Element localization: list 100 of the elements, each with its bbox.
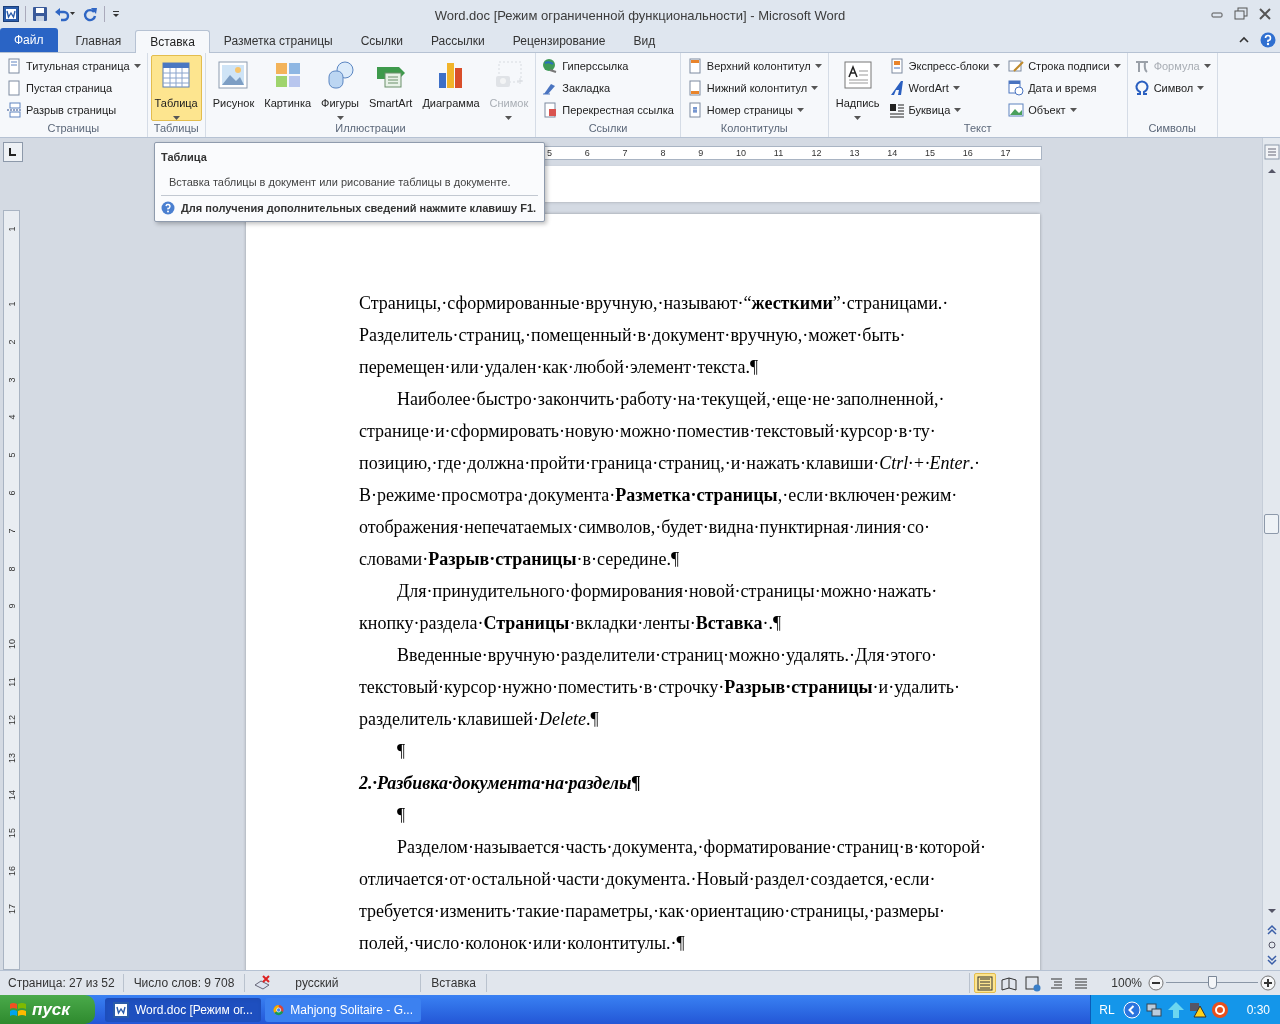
ribbon-tab[interactable]: Вид bbox=[619, 29, 670, 52]
language-indicator[interactable]: русский bbox=[271, 974, 422, 992]
ribbon-button[interactable]: Верхний колонтитул bbox=[683, 55, 825, 77]
caret-icon bbox=[1113, 64, 1121, 68]
ruler-number: 6 bbox=[584, 147, 590, 159]
network-icon[interactable] bbox=[1144, 1000, 1163, 1019]
ruler-number: 8 bbox=[6, 565, 17, 574]
next-page-icon[interactable] bbox=[1265, 954, 1278, 966]
ribbon-button[interactable]: Разрыв страницы bbox=[3, 99, 144, 121]
taskbar-button[interactable]: Mahjong Solitaire - G... bbox=[265, 997, 421, 1022]
vertical-scrollbar[interactable] bbox=[1262, 138, 1280, 970]
vertical-ruler[interactable]: 1 1 2 3 4 5 6 7 8 9 10 11 12 13 14 15 16 17 bbox=[3, 210, 20, 970]
ribbon-tab[interactable]: Ссылки bbox=[346, 29, 417, 52]
ribbon-button[interactable]: Титульная страница bbox=[3, 55, 144, 77]
ruler-number: 16 bbox=[6, 865, 17, 878]
word-count[interactable]: Число слов: 9 708 bbox=[123, 974, 246, 992]
paragraph: ¶ bbox=[396, 740, 407, 763]
caret-icon bbox=[336, 115, 344, 120]
ribbon-button[interactable]: Нижний колонтитул bbox=[683, 77, 825, 99]
print-layout-icon bbox=[976, 974, 994, 992]
ruler-number: 9 bbox=[698, 147, 704, 159]
tab-selector-icon[interactable] bbox=[3, 142, 23, 162]
ribbon-tab[interactable]: Вставка bbox=[135, 30, 210, 53]
ribbon-tab[interactable]: Главная bbox=[61, 29, 136, 52]
picture-icon bbox=[217, 59, 250, 91]
ribbon-tab[interactable]: Рецензирование bbox=[498, 29, 620, 52]
group-label: Таблицы bbox=[152, 121, 200, 136]
zoom-out-icon[interactable] bbox=[1148, 975, 1164, 991]
ribbon-button[interactable]: Картинка bbox=[260, 55, 316, 121]
ribbon-button[interactable]: Номер страницы bbox=[683, 99, 825, 121]
page-count[interactable]: Страница: 27 из 52 bbox=[0, 974, 124, 992]
zoom-slider[interactable] bbox=[1166, 975, 1258, 991]
ruler-number: 7 bbox=[6, 527, 17, 536]
warning-icon[interactable] bbox=[1188, 1000, 1207, 1019]
ribbon-button[interactable]: Экспресс-блоки bbox=[885, 55, 1004, 77]
ribbon-button[interactable]: Рисунок bbox=[208, 55, 259, 121]
group-label: Страницы bbox=[46, 121, 101, 136]
ribbon-button[interactable]: Объект bbox=[1005, 99, 1124, 121]
ribbon-button[interactable]: Дата и время bbox=[1005, 77, 1124, 99]
ruler-toggle-icon[interactable] bbox=[1263, 144, 1280, 160]
help-icon[interactable] bbox=[1260, 32, 1276, 48]
ruler-number: 15 bbox=[925, 147, 935, 159]
caret-icon bbox=[854, 115, 862, 120]
caret-icon bbox=[172, 115, 180, 120]
ring-icon[interactable] bbox=[1210, 1000, 1229, 1019]
ribbon-tab[interactable]: Разметка страницы bbox=[209, 29, 347, 52]
ribbon-button[interactable]: SmartArt bbox=[365, 55, 417, 121]
paragraph: ¶ bbox=[396, 804, 407, 827]
page-icon bbox=[6, 80, 22, 96]
insert-mode-indicator[interactable]: Вставка bbox=[421, 974, 487, 992]
view-button[interactable] bbox=[974, 973, 996, 993]
ribbon-button[interactable]: Пустая страница bbox=[3, 77, 144, 99]
ruler-number: 17 bbox=[1000, 147, 1011, 159]
window-title: Word.doc [Режим ограниченной функциональности] - Microsoft Word bbox=[433, 7, 847, 25]
caret-icon bbox=[993, 64, 1001, 68]
ribbon-button[interactable]: Диаграмма bbox=[418, 55, 484, 121]
expand-tray-icon[interactable] bbox=[1122, 1000, 1141, 1019]
ribbon-tab[interactable]: Рассылки bbox=[416, 29, 499, 52]
clock: 0:30 bbox=[1246, 1001, 1270, 1019]
restore-icon[interactable] bbox=[1234, 7, 1248, 21]
ribbon-button[interactable]: Гиперссылка bbox=[539, 55, 677, 77]
ribbon-button[interactable]: Строка подписи bbox=[1005, 55, 1124, 77]
save-icon[interactable] bbox=[32, 6, 48, 22]
ribbon-button[interactable]: Фигуры bbox=[317, 55, 363, 121]
zoom-slider-thumb[interactable] bbox=[1208, 976, 1217, 989]
page-icon bbox=[542, 102, 559, 118]
ribbon-button[interactable]: Таблица bbox=[150, 55, 202, 121]
app-logo-icon bbox=[3, 6, 19, 22]
web-layout-icon bbox=[1024, 974, 1042, 992]
browse-object-icon[interactable] bbox=[1265, 939, 1278, 951]
tooltip-help-text: Для получения дополнительных сведений нажмите клавишу F1. bbox=[181, 201, 537, 216]
ruler-number: 16 bbox=[962, 147, 973, 159]
scroll-thumb[interactable] bbox=[1264, 514, 1279, 534]
undo-icon[interactable] bbox=[54, 6, 76, 22]
previous-page-icon[interactable] bbox=[1265, 924, 1278, 936]
omega-icon bbox=[1133, 80, 1150, 96]
ribbon-button[interactable]: Закладка bbox=[539, 77, 677, 99]
redo-icon[interactable] bbox=[82, 6, 98, 22]
taskbar-button[interactable]: Word.doc [Режим ог... bbox=[105, 997, 261, 1022]
caret-icon bbox=[796, 108, 804, 112]
ruler-number: 2 bbox=[6, 338, 17, 347]
ribbon-button[interactable]: WordArt bbox=[885, 77, 1004, 99]
paragraph: Разделом·называется·часть·документа,·форматирование·страниц·в·которой·отличается·от·остальной·части·документа.·Новый·раздел·создается,·если·требуется·изменить·такие·параметры,·как·ориентацию·страницы,·размеры·полей,·число·колонок·или·колонтитулы.·¶ bbox=[359, 836, 987, 955]
pi-icon bbox=[1133, 58, 1150, 74]
ruler-number: 9 bbox=[6, 602, 17, 611]
start-button[interactable]: пуск bbox=[0, 995, 95, 1024]
close-icon[interactable] bbox=[1258, 7, 1272, 21]
ribbon-button[interactable]: Символ bbox=[1130, 77, 1214, 99]
ribbon-button[interactable]: Надпись bbox=[831, 55, 884, 121]
spelling-error-icon[interactable] bbox=[253, 975, 272, 991]
ruler-number: 1 bbox=[6, 225, 17, 234]
ribbon-button[interactable]: Буквица bbox=[885, 99, 1004, 121]
group-label: Колонтитулы bbox=[719, 121, 789, 136]
reading-layout-icon bbox=[1000, 974, 1018, 992]
ribbon-button[interactable]: Перекрестная ссылка bbox=[539, 99, 677, 121]
ruler-number: 10 bbox=[6, 638, 17, 652]
zoom-level[interactable]: 100% bbox=[1102, 974, 1142, 992]
caret-icon bbox=[814, 64, 822, 68]
file-tab[interactable]: Файл bbox=[0, 28, 58, 52]
zoom-in-icon[interactable] bbox=[1260, 975, 1276, 991]
